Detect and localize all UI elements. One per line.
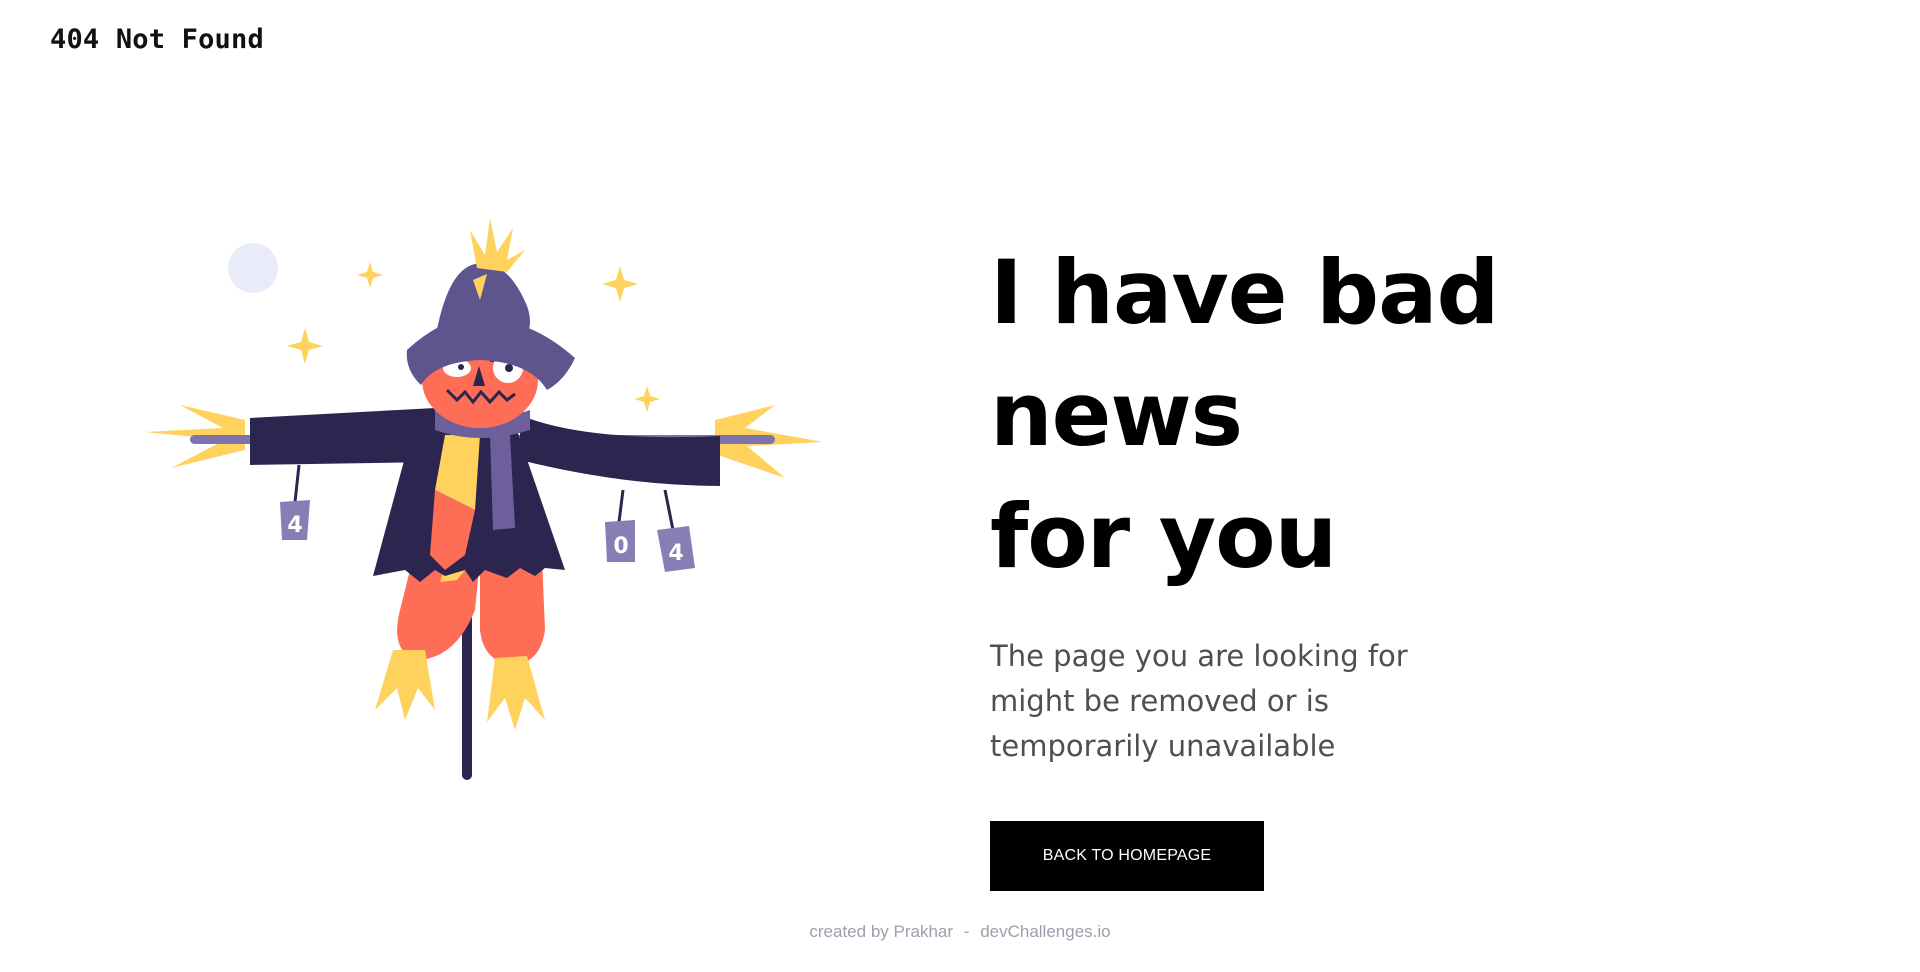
back-to-homepage-button[interactable]: BACK TO HOMEPAGE	[990, 821, 1264, 891]
straw-foot-left	[375, 650, 435, 720]
description-line-3: temporarily unavailable	[990, 729, 1336, 763]
scarecrow-graphic: 4 0 4	[145, 218, 823, 780]
brand-title: 404 Not Found	[50, 24, 264, 55]
sparkle-icon	[634, 386, 660, 412]
credit-separator: -	[963, 922, 970, 941]
sparkle-icon	[602, 266, 638, 302]
footer-credit: created by Prakhar - devChallenges.io	[0, 922, 1920, 942]
headline-line-1: I have bad news	[990, 241, 1499, 466]
error-content: I have bad news for you The page you are…	[990, 232, 1750, 891]
straw-hair	[470, 218, 525, 272]
right-sleeve	[520, 415, 720, 486]
scarecrow-illustration: 4 0 4	[135, 210, 835, 790]
hat-crown	[435, 263, 530, 340]
site-link[interactable]: devChallenges.io	[980, 922, 1110, 941]
moon-icon	[228, 243, 278, 293]
error-description: The page you are looking for might be re…	[990, 634, 1410, 769]
can-string	[293, 464, 301, 503]
can-label: 4	[668, 541, 683, 566]
author-link[interactable]: Prakhar	[894, 922, 954, 941]
straw-foot-right	[487, 656, 545, 730]
can-string	[617, 489, 625, 523]
credit-prefix: created by	[809, 922, 889, 941]
headline: I have bad news for you	[990, 232, 1750, 598]
sparkle-icon	[357, 262, 383, 288]
can-string	[663, 489, 675, 531]
description-line-2: might be removed or is	[990, 684, 1329, 718]
headline-line-2: for you	[990, 485, 1337, 588]
can-label: 4	[287, 513, 302, 538]
can-label: 0	[613, 534, 628, 559]
sparkle-icon	[287, 328, 323, 364]
description-line-1: The page you are looking for	[990, 639, 1408, 673]
